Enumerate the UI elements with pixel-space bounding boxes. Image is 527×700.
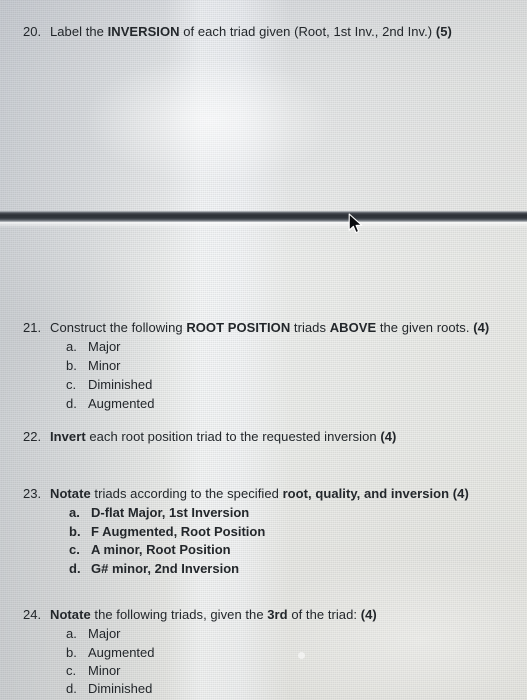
question-24-number: 24. xyxy=(23,607,42,622)
question-23-item-a-label: a. xyxy=(69,505,80,520)
question-23-item-d-label: d. xyxy=(69,561,81,576)
question-24-item-a-label: a. xyxy=(66,626,77,641)
question-21-item-c-text: Diminished xyxy=(88,377,153,392)
question-23-number: 23. xyxy=(23,486,42,501)
question-24-item-a-text: Major xyxy=(88,626,121,641)
question-21-item-c-label: c. xyxy=(66,377,77,392)
worksheet-photo: 20. Label the INVERSION of each triad gi… xyxy=(0,0,527,700)
question-21-item-b-label: b. xyxy=(66,358,77,373)
question-24-item-c-label: c. xyxy=(66,663,77,678)
question-21-number: 21. xyxy=(23,320,42,335)
screen-texture-overlay xyxy=(0,0,527,700)
question-24-text: Notate the following triads, given the 3… xyxy=(50,607,377,622)
question-23-item-c-label: c. xyxy=(69,542,80,557)
question-23-item-c-text: A minor, Root Position xyxy=(91,542,231,557)
question-23-item-d-text: G# minor, 2nd Inversion xyxy=(91,561,240,576)
question-21-text: Construct the following ROOT POSITION tr… xyxy=(50,320,490,335)
question-22-text: Invert each root position triad to the r… xyxy=(50,429,397,444)
question-24-item-b-label: b. xyxy=(66,645,77,660)
question-21-item-a-text: Major xyxy=(88,339,121,354)
question-24-item-b-text: Augmented xyxy=(88,645,155,660)
horizontal-divider xyxy=(0,211,527,222)
question-21-item-d-text: Augmented xyxy=(88,396,155,411)
divider-highlight xyxy=(0,222,527,228)
paper-smudge xyxy=(298,652,305,659)
question-21-item-d-label: d. xyxy=(66,396,77,411)
question-21-item-b-text: Minor xyxy=(88,358,121,373)
question-21-item-a-label: a. xyxy=(66,339,77,354)
question-22-number: 22. xyxy=(23,429,42,444)
question-24-item-d-text: Diminished xyxy=(88,681,153,696)
question-23-item-b-text: F Augmented, Root Position xyxy=(91,524,266,539)
question-24-item-d-label: d. xyxy=(66,681,77,696)
mouse-pointer-arrow-icon xyxy=(348,213,364,235)
question-23-item-a-text: D-flat Major, 1st Inversion xyxy=(91,505,250,520)
question-23-text: Notate triads according to the specified… xyxy=(50,486,469,501)
question-20-number: 20. xyxy=(23,24,42,39)
question-23-item-b-label: b. xyxy=(69,524,81,539)
question-24-item-c-text: Minor xyxy=(88,663,121,678)
question-20-text: Label the INVERSION of each triad given … xyxy=(50,24,452,39)
glare-blotches xyxy=(0,0,527,700)
